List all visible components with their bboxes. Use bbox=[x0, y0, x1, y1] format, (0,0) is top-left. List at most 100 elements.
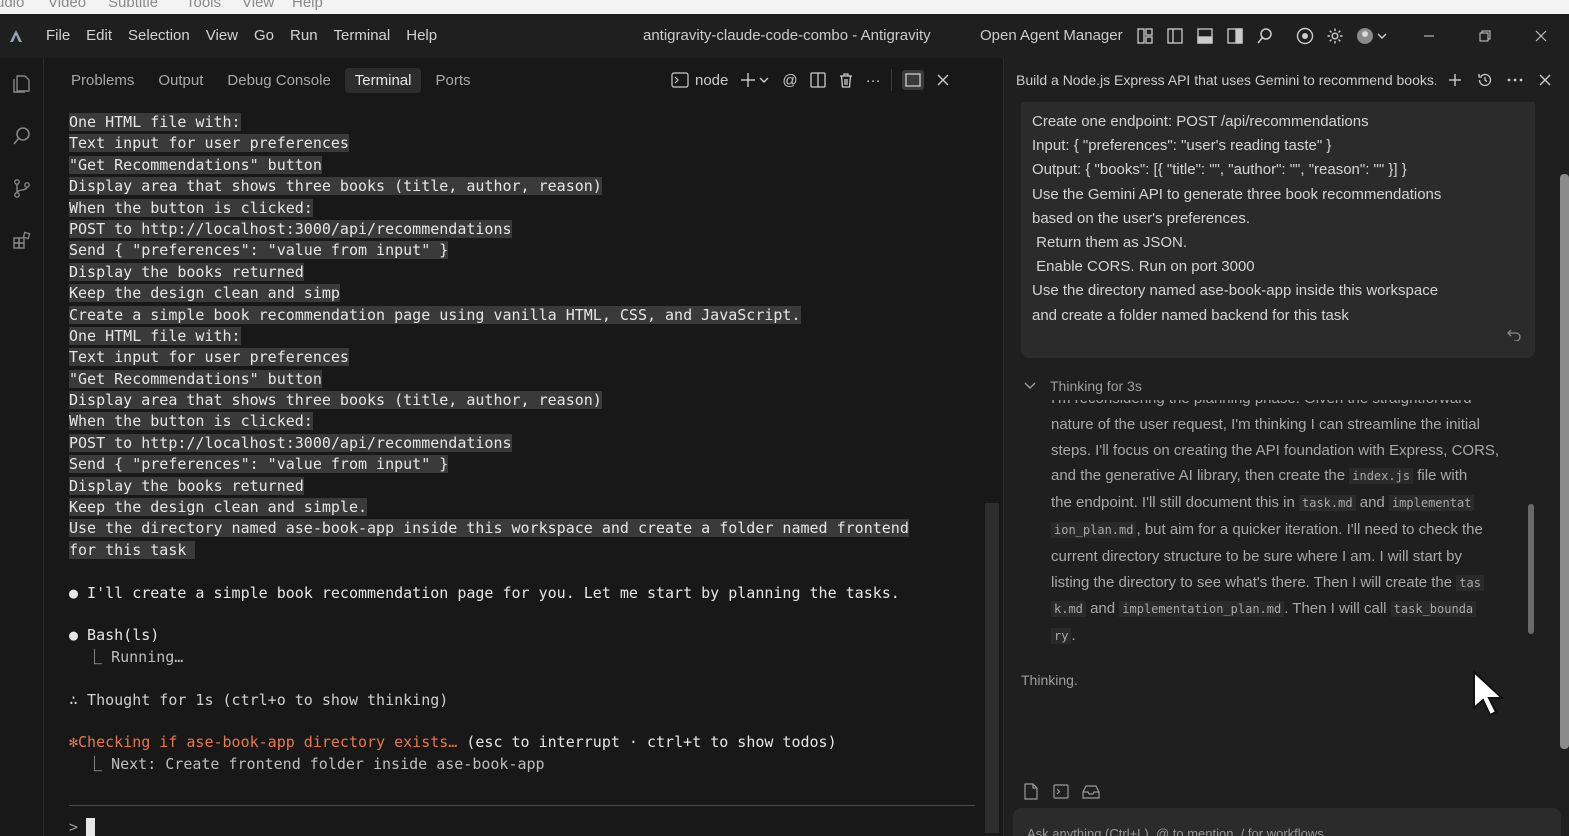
menu-go[interactable]: Go bbox=[246, 14, 282, 58]
search-icon[interactable] bbox=[1250, 14, 1280, 58]
prompt-divider bbox=[69, 805, 975, 806]
new-terminal-button[interactable] bbox=[734, 58, 776, 102]
agent-scrollbar-thumb[interactable] bbox=[1560, 174, 1569, 749]
toggle-primary-sidebar-icon[interactable] bbox=[1160, 14, 1190, 58]
bash-status: ⎿ Running… bbox=[69, 647, 184, 666]
thinking-content: I'm reconsidering the planning phase. Gi… bbox=[1051, 400, 1526, 650]
chevron-down-icon bbox=[1024, 382, 1036, 389]
thinking-line: steps. I'll focus on creating the API fo… bbox=[1051, 441, 1500, 459]
minimize-icon[interactable] bbox=[1401, 14, 1457, 58]
terminal-context-icon[interactable] bbox=[1051, 780, 1071, 802]
text-cursor bbox=[86, 818, 96, 836]
more-actions-button[interactable]: ··· bbox=[860, 58, 887, 102]
inline-code: ion_plan.md bbox=[1051, 521, 1137, 538]
thinking-scrollbar[interactable] bbox=[1528, 408, 1534, 648]
toolbar-divider bbox=[890, 69, 892, 91]
tab-terminal[interactable]: Terminal bbox=[344, 67, 422, 93]
terminal-line: Send { "preferences": "value from input"… bbox=[69, 455, 449, 474]
tab-debug-console[interactable]: Debug Console bbox=[217, 68, 340, 93]
terminal-line: Keep the design clean and simp bbox=[69, 284, 340, 303]
user-message-line: Return them as JSON. bbox=[1032, 234, 1188, 252]
search-sidebar-icon[interactable] bbox=[0, 110, 44, 162]
user-message-line: Input: { "preferences": "user's reading … bbox=[1032, 137, 1332, 155]
agent-conversation-title: Build a Node.js Express API that uses Ge… bbox=[1016, 72, 1436, 88]
extensions-icon[interactable] bbox=[0, 214, 44, 266]
customize-layout-icon[interactable] bbox=[1130, 14, 1160, 58]
menu-help[interactable]: Help bbox=[398, 14, 445, 58]
close-window-icon[interactable] bbox=[1513, 14, 1569, 58]
restore-icon[interactable] bbox=[1457, 14, 1513, 58]
terminal-line: POST to http://localhost:3000/api/recomm… bbox=[69, 219, 512, 238]
new-conversation-plus-icon[interactable] bbox=[1440, 58, 1470, 102]
tab-problems[interactable]: Problems bbox=[61, 68, 144, 93]
thinking-header: Thinking for 3s bbox=[1050, 378, 1142, 394]
bash-command: ● Bash(ls) bbox=[69, 626, 160, 645]
menu-terminal[interactable]: Terminal bbox=[326, 14, 399, 58]
maximize-panel-icon[interactable] bbox=[896, 58, 930, 102]
title-bar: File Edit Selection View Go Run Terminal… bbox=[0, 14, 1569, 58]
agent-scrollbar[interactable] bbox=[1558, 108, 1569, 768]
user-message-line: Use the directory named ase-book-app ins… bbox=[1032, 282, 1439, 300]
open-agent-manager-button[interactable]: Open Agent Manager bbox=[980, 14, 1123, 58]
thinking-scrollbar-thumb[interactable] bbox=[1528, 504, 1534, 634]
close-agent-icon[interactable] bbox=[1530, 58, 1560, 102]
browser-icon[interactable] bbox=[1290, 14, 1320, 58]
remnant-item: View bbox=[242, 0, 275, 11]
menu-edit[interactable]: Edit bbox=[78, 14, 120, 58]
mention-button[interactable]: @ bbox=[776, 58, 803, 102]
prompt-symbol: > bbox=[69, 818, 79, 836]
toggle-secondary-sidebar-icon[interactable] bbox=[1220, 14, 1250, 58]
history-icon[interactable] bbox=[1470, 58, 1500, 102]
terminal-prompt[interactable]: > bbox=[69, 818, 96, 836]
activity-bar bbox=[0, 58, 44, 836]
user-message-line: Enable CORS. Run on port 3000 bbox=[1032, 258, 1255, 276]
explorer-icon[interactable] bbox=[0, 58, 44, 110]
agent-header: Build a Node.js Express API that uses Ge… bbox=[1004, 58, 1569, 102]
menu-selection[interactable]: Selection bbox=[120, 14, 198, 58]
more-options-icon[interactable] bbox=[1500, 58, 1530, 102]
terminal-line: Create a simple book recommendation page… bbox=[69, 305, 801, 324]
close-panel-icon[interactable] bbox=[930, 58, 956, 102]
toggle-panel-icon[interactable] bbox=[1190, 14, 1220, 58]
thinking-line: listing the directory to see what's ther… bbox=[1051, 570, 1526, 597]
tab-output[interactable]: Output bbox=[148, 68, 213, 93]
thinking-line: current directory structure to be sure w… bbox=[1051, 547, 1462, 565]
terminal-panel: Problems Output Debug Console Terminal P… bbox=[45, 58, 999, 836]
panel-toolbar: node @ ··· bbox=[665, 58, 956, 102]
video-player-menu-remnant: udio Video Subtitle Tools View Help bbox=[0, 0, 1569, 14]
terminal-scrollbar[interactable] bbox=[985, 503, 999, 833]
tab-ports[interactable]: Ports bbox=[425, 68, 480, 93]
menu-run[interactable]: Run bbox=[282, 14, 326, 58]
trash-icon[interactable] bbox=[832, 58, 860, 102]
account-avatar-icon[interactable] bbox=[1350, 14, 1394, 58]
thinking-status: Thinking. bbox=[1021, 672, 1078, 688]
split-terminal-icon[interactable] bbox=[804, 58, 832, 102]
inline-code: tas bbox=[1456, 574, 1484, 591]
inbox-icon[interactable] bbox=[1081, 780, 1101, 802]
thinking-toggle[interactable]: Thinking for 3s bbox=[1024, 378, 1142, 394]
terminal-line: Use the directory named ase-book-app ins… bbox=[69, 519, 909, 538]
terminal-line: Send { "preferences": "value from input"… bbox=[69, 241, 449, 260]
agent-chat-input[interactable]: Ask anything (Ctrl+L), @ to mention, / f… bbox=[1013, 808, 1561, 836]
inline-code: index.js bbox=[1349, 468, 1414, 485]
terminal-output: One HTML file with: Text input for user … bbox=[69, 112, 969, 775]
user-message-line: Output: { "books": [{ "title": "", "auth… bbox=[1032, 161, 1407, 179]
thinking-line: I'm reconsidering the planning phase. Gi… bbox=[1051, 400, 1526, 412]
inline-code: ry bbox=[1051, 628, 1072, 645]
inline-code: k.md bbox=[1051, 601, 1086, 618]
plus-icon bbox=[741, 73, 769, 87]
thinking-line: ion_plan.md, but aim for a quicker itera… bbox=[1051, 517, 1526, 544]
terminal-line: Display area that shows three books (tit… bbox=[69, 391, 602, 410]
source-control-icon[interactable] bbox=[0, 162, 44, 214]
undo-icon[interactable] bbox=[1507, 327, 1521, 346]
agent-panel: Build a Node.js Express API that uses Ge… bbox=[1003, 58, 1569, 836]
remnant-item: Video bbox=[48, 0, 87, 11]
menu-file[interactable]: File bbox=[38, 14, 78, 58]
next-step: ⎿ Next: Create frontend folder inside as… bbox=[69, 754, 545, 773]
file-icon[interactable] bbox=[1021, 780, 1041, 802]
gear-icon[interactable] bbox=[1320, 14, 1350, 58]
terminal-shell-selector[interactable]: node bbox=[665, 58, 734, 102]
menu-view[interactable]: View bbox=[198, 14, 246, 58]
user-message-line: based on the user's preferences. bbox=[1032, 209, 1250, 227]
active-status: ✻Checking if ase-book-app directory exis… bbox=[69, 733, 458, 752]
